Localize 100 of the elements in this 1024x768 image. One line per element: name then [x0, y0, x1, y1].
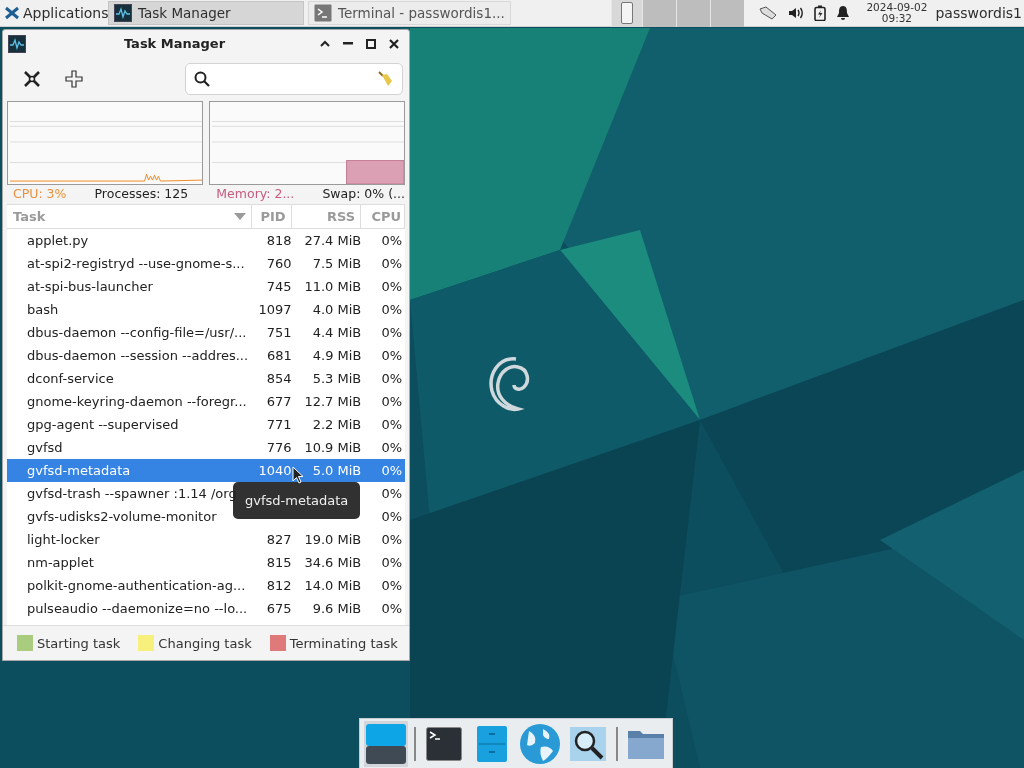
- cpu-usage: CPU: 3%: [13, 186, 67, 201]
- pid-cell: 827: [266, 532, 292, 547]
- cpu-cell: 0%: [381, 509, 402, 524]
- caret-up-icon: [319, 40, 330, 47]
- pid-cell: 818: [266, 233, 292, 248]
- selected-row[interactable]: gvfsd-metadata 1040 5.0 MiB 0%: [7, 459, 405, 482]
- rss-cell: 12.7 MiB: [304, 394, 362, 409]
- legend-label: Starting task: [37, 635, 121, 651]
- volume-icon[interactable]: [788, 6, 805, 20]
- cpu-cell: 0%: [381, 417, 402, 432]
- task-name[interactable]: pulseaudio --daemonize=no --lo...: [27, 601, 248, 616]
- task-name[interactable]: dbus-daemon --config-file=/usr/...: [27, 325, 247, 340]
- magnifier-icon: [570, 726, 606, 761]
- swap-usage: Swap: 0% (...: [322, 186, 405, 201]
- sort-caret-icon: [233, 213, 246, 220]
- close-icon: [388, 38, 399, 49]
- cpu-cell: 0%: [381, 279, 402, 294]
- workspace-switcher[interactable]: [611, 0, 745, 27]
- tooltip: gvfsd-metadata: [233, 482, 361, 519]
- show-desktop-button[interactable]: [364, 720, 408, 767]
- clock[interactable]: 2024-09-02 09:32: [858, 2, 936, 24]
- task-name: gvfsd-metadata: [27, 463, 131, 478]
- rss-cell: 4.4 MiB: [312, 325, 362, 340]
- cpu-cell: 0%: [381, 555, 402, 570]
- task-name[interactable]: light-locker: [27, 532, 100, 547]
- globe-icon: [519, 722, 561, 765]
- cpu-cell: 0%: [381, 486, 402, 501]
- clear-icon[interactable]: [376, 70, 394, 88]
- rss-cell: 2.2 MiB: [312, 417, 362, 432]
- search-field[interactable]: [185, 63, 403, 95]
- task-name[interactable]: gvfs-udisks2-volume-monitor: [27, 509, 217, 524]
- cpu-cell: 0%: [381, 532, 402, 547]
- tools-icon: [23, 70, 41, 88]
- task-name[interactable]: gvfsd: [27, 440, 63, 455]
- cpu-cell: 0%: [381, 601, 402, 616]
- search-icon: [194, 71, 210, 87]
- task-name[interactable]: bash: [27, 302, 59, 317]
- cpu-cell: 0%: [381, 302, 402, 317]
- cpu-cell: 0%: [381, 440, 402, 455]
- task-name[interactable]: dconf-service: [27, 371, 114, 386]
- desktop-icon: [366, 723, 406, 764]
- pid-cell: 760: [266, 256, 292, 271]
- pid-cell: 675: [266, 601, 292, 616]
- terminal-icon: [426, 726, 462, 761]
- bell-icon[interactable]: [836, 5, 851, 21]
- rss-cell: 7.5 MiB: [312, 256, 362, 271]
- rss-cell: 19.0 MiB: [304, 532, 362, 547]
- cpu-cell: 0%: [381, 578, 402, 593]
- task-name[interactable]: gnome-keyring-daemon --foregr...: [27, 394, 247, 409]
- pid-cell: 681: [267, 348, 292, 363]
- task-name[interactable]: dbus-daemon --session --addres...: [27, 348, 249, 363]
- task-name[interactable]: nm-applet: [27, 555, 94, 570]
- monitor-icon: [8, 34, 26, 53]
- rss-cell: 4.9 MiB: [312, 348, 362, 363]
- user-name[interactable]: passwordis1: [935, 5, 1024, 21]
- battery-icon[interactable]: [814, 5, 827, 21]
- crosshair-icon: [65, 70, 83, 88]
- task-name[interactable]: at-spi2-registryd --use-gnome-s...: [27, 256, 245, 271]
- pid-cell: 815: [266, 555, 292, 570]
- taskbar-button[interactable]: Task Manager: [108, 1, 304, 25]
- cpu-cell: 0%: [381, 256, 402, 271]
- pid-cell: 771: [266, 417, 292, 432]
- task-name[interactable]: gpg-agent --supervised: [27, 417, 179, 432]
- cpu-cell: 0%: [381, 348, 402, 363]
- rss-cell: 27.4 MiB: [304, 233, 362, 248]
- memory-usage: Memory: 2...: [216, 186, 295, 201]
- pid-cell: 854: [266, 371, 292, 386]
- taskbar-button[interactable]: Terminal - passwordis1...: [308, 1, 511, 25]
- pid-cell: 751: [266, 325, 292, 340]
- process-count: Processes: 125: [94, 186, 189, 201]
- cpu-cell: 0%: [381, 325, 402, 340]
- pid-cell: 776: [266, 440, 292, 455]
- pid-cell: 812: [266, 578, 292, 593]
- window-title: Task Manager: [122, 36, 227, 51]
- pid-cell: 1097: [258, 302, 292, 317]
- rss-cell: 5.0 MiB: [312, 463, 362, 478]
- maximize-icon: [365, 38, 376, 49]
- cpu-cell: 0%: [381, 233, 402, 248]
- cpu-cell: 0%: [381, 394, 402, 409]
- terminal-icon: [314, 4, 332, 22]
- pointer-icon: [292, 466, 304, 484]
- task-name[interactable]: at-spi-bus-launcher: [27, 279, 153, 294]
- monitor-icon: [114, 4, 132, 22]
- task-name[interactable]: applet.py: [27, 233, 89, 248]
- rss-cell: 11.0 MiB: [304, 279, 362, 294]
- cabinet-icon: [477, 725, 507, 762]
- rss-cell: 4.0 MiB: [312, 302, 362, 317]
- minimize-icon: [342, 42, 353, 45]
- pid-cell: 745: [266, 279, 292, 294]
- rss-cell: 34.6 MiB: [304, 555, 362, 570]
- applications-menu[interactable]: Applications: [0, 0, 108, 27]
- task-name[interactable]: polkit-gnome-authentication-ag...: [27, 578, 246, 593]
- pid-cell: 1040: [258, 463, 292, 478]
- legend-label: Terminating task: [289, 635, 398, 651]
- legend-label: Changing task: [158, 635, 252, 651]
- cpu-cell: 0%: [381, 371, 402, 386]
- rss-cell: 10.9 MiB: [304, 440, 362, 455]
- rss-cell: 14.0 MiB: [304, 578, 362, 593]
- rss-cell: 5.3 MiB: [312, 371, 362, 386]
- cpu-cell: 0%: [381, 463, 402, 478]
